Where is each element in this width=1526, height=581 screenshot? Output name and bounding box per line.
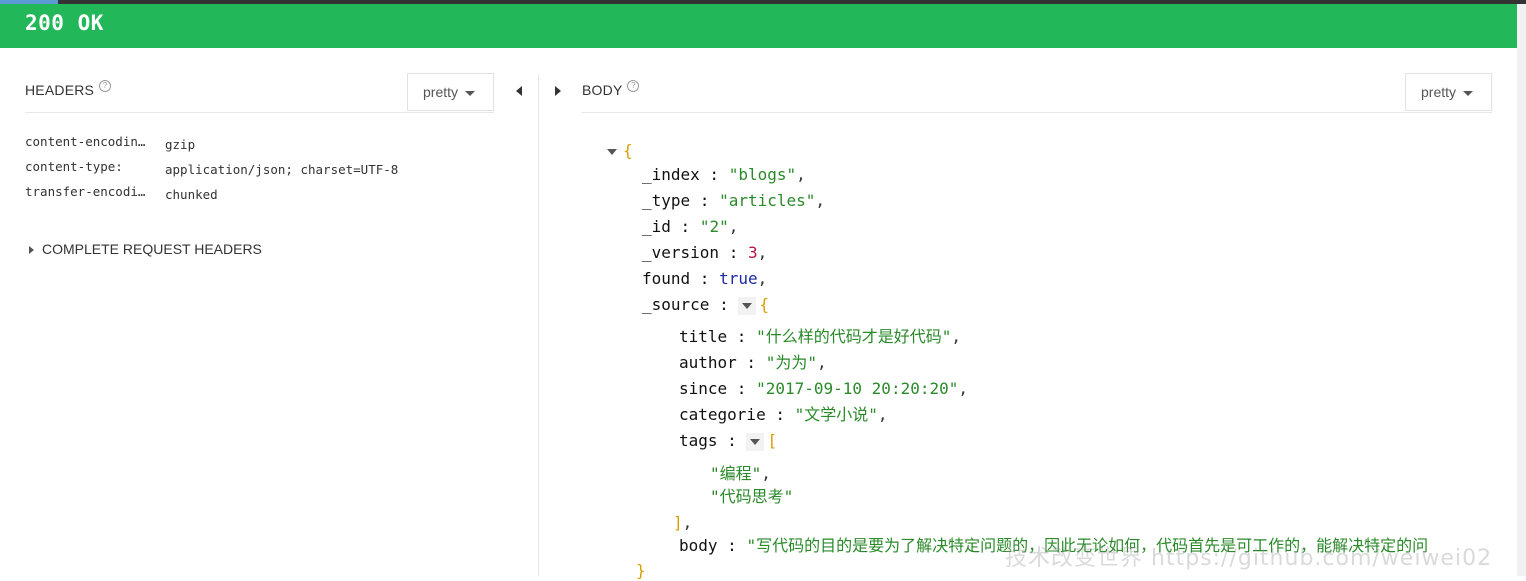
json-value: "什么样的代码才是好代码" [756,327,952,346]
json-value: "代码思考" [710,487,794,506]
header-key: content-encodin… [25,134,146,149]
json-brace: { [623,141,633,160]
headers-title-text: HEADERS [25,82,95,98]
json-field: _index : "blogs", [642,165,806,184]
json-field: _id : "2", [642,217,739,236]
json-field: tags : [ [679,431,778,451]
caret-down-icon [465,90,476,96]
collapse-left-icon[interactable] [516,86,522,96]
vertical-scrollbar[interactable] [1517,4,1526,576]
expand-right-icon[interactable] [555,86,561,96]
complete-request-headers-toggle[interactable]: COMPLETE REQUEST HEADERS [29,241,262,257]
headers-format-dropdown[interactable]: pretty [407,73,494,111]
json-field: since : "2017-09-10 20:20:20", [679,379,969,398]
json-field: _type : "articles", [642,191,826,210]
body-format-value: pretty [1421,84,1457,100]
collapse-down-icon [742,302,753,309]
json-value: 3 [747,243,758,262]
json-field: found : true, [642,269,768,288]
json-field: title : "什么样的代码才是好代码", [679,327,961,346]
json-field: _source : { [642,295,769,315]
json-value: true [719,269,758,288]
json-value: "文学小说" [794,405,878,424]
json-key: tags [679,431,718,450]
json-field: _version : 3, [642,243,768,262]
header-value: application/json; charset=UTF-8 [165,162,399,177]
panel-divider[interactable] [538,74,539,576]
json-brace: } [636,561,646,580]
header-key: content-type: [25,159,123,174]
json-value: "编程" [710,464,762,483]
json-root-line: { [607,141,633,161]
json-key: body [679,536,718,555]
json-key: _version [642,243,720,262]
collapse-down-icon [750,438,761,445]
status-code: 200 OK [25,11,104,35]
json-field: categorie : "文学小说", [679,405,888,424]
headers-divider [25,112,494,113]
json-value: "2" [699,217,729,236]
source-collapse-toggle[interactable] [738,296,757,315]
expand-right-icon [29,246,34,255]
header-value: gzip [165,137,196,152]
json-bracket: [ [767,431,778,450]
json-key: _source [642,295,710,314]
json-field: author : "为为", [679,353,827,372]
headers-title: HEADERS? [25,80,112,98]
collapse-down-icon[interactable] [607,148,617,155]
json-array-item: "编程", [710,464,771,483]
caret-down-icon [1463,90,1474,96]
body-format-dropdown[interactable]: pretty [1405,73,1492,111]
help-circle-icon[interactable]: ? [99,80,112,92]
json-key: author [679,353,737,372]
body-divider [582,112,1492,113]
json-array-close: ], [673,513,693,532]
json-bracket: ] [673,513,683,532]
status-bar: 200 OK [0,4,1517,48]
header-row: content-encodin… gzip [25,134,195,152]
help-circle-icon[interactable]: ? [627,80,640,92]
json-key: categorie [679,405,766,424]
header-key: transfer-encodi… [25,184,146,199]
body-title-text: BODY [582,82,623,98]
header-row: content-type: application/json; charset=U… [25,159,398,177]
tags-collapse-toggle[interactable] [746,432,765,451]
json-array-item: "代码思考" [710,487,793,507]
complete-request-headers-label: COMPLETE REQUEST HEADERS [42,241,262,257]
watermark-text: 技术改变世界 https://github.com/weiwei02 [1005,546,1493,571]
json-value: "articles" [719,191,816,210]
json-value: "blogs" [728,165,797,184]
json-brace: { [759,295,769,314]
json-key: since [679,379,728,398]
header-value: chunked [165,187,218,202]
json-key: title [679,327,728,346]
headers-format-value: pretty [423,84,459,100]
body-title: BODY? [582,80,640,98]
json-value: "2017-09-10 20:20:20" [756,379,959,398]
json-source-close: } [636,561,646,581]
json-key: found [642,269,691,288]
json-key: _index [642,165,700,184]
header-row: transfer-encodi… chunked [25,184,218,202]
json-value: "为为" [765,353,817,372]
json-key: _id [642,217,671,236]
json-key: _type [642,191,691,210]
